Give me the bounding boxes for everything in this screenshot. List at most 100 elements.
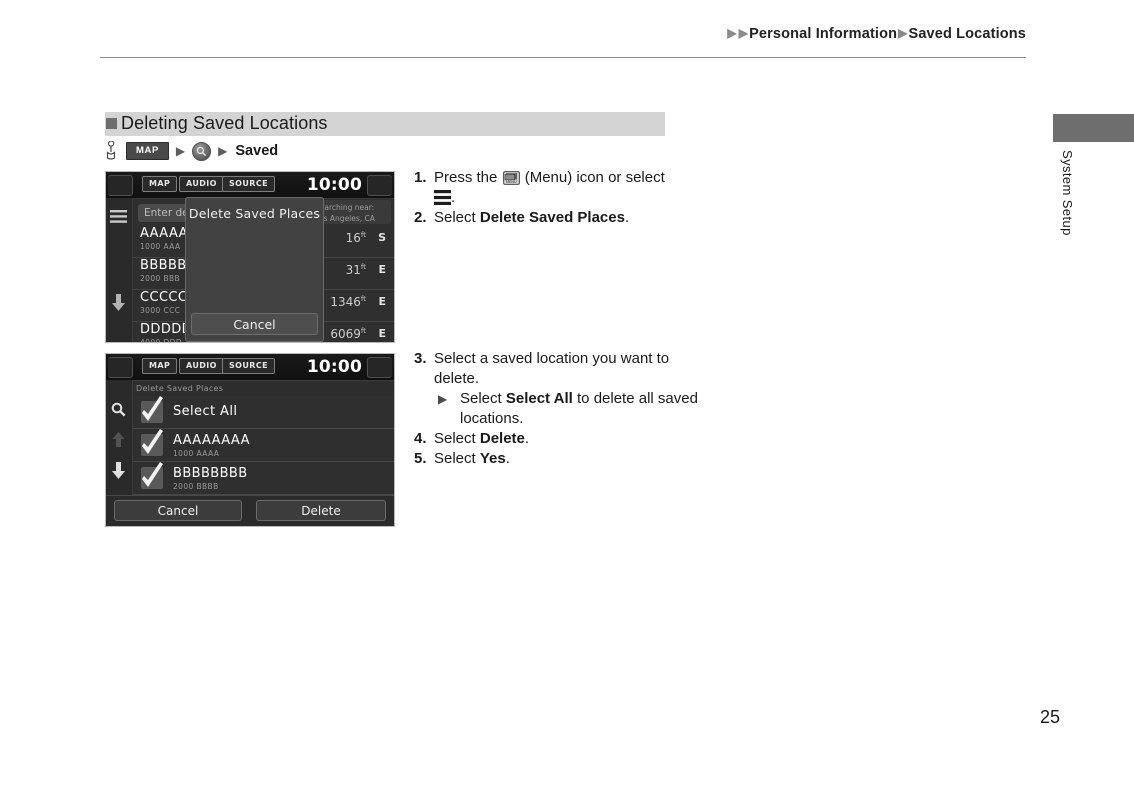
step-text-after: . — [524, 430, 530, 447]
substep-emphasis: Select All — [505, 390, 573, 407]
nav-clock: 10:00 — [306, 175, 362, 195]
item-label: BBBBBBBB — [173, 466, 248, 481]
chevron-right-icon: ▶ — [898, 26, 908, 40]
delete-button[interactable]: Delete — [256, 500, 386, 521]
searching-near-line1: Searching near: — [315, 203, 375, 212]
checkbox-checked-icon[interactable] — [141, 396, 163, 423]
svg-text:MENU: MENU — [505, 180, 516, 184]
step-1: 1. Press the MENU (Menu) icon or select . — [414, 168, 704, 208]
topbar-right-corner — [367, 357, 392, 378]
nav-screenshot-delete-saved-places-list: MAP AUDIO SOURCE 10:00 Delete Saved Plac… — [105, 353, 395, 527]
step-text-before: Select — [434, 209, 480, 226]
searching-near-line2: Los Angeles, CA — [315, 214, 375, 223]
step-text-after: . — [451, 189, 456, 206]
step-text-mid: (Menu) icon or select — [520, 169, 665, 186]
step-3-substep: ▶ Select Select All to delete all saved l… — [414, 389, 704, 429]
checkbox-checked-icon[interactable] — [141, 429, 163, 456]
nav-audio-button[interactable]: AUDIO — [179, 358, 224, 374]
step-text-before: Select — [434, 450, 480, 467]
map-button[interactable]: MAP — [126, 142, 169, 160]
nav-clock: 10:00 — [306, 357, 362, 377]
delete-saved-places-dialog: Delete Saved Places Cancel — [185, 197, 324, 342]
result-direction: E — [378, 295, 386, 308]
result-distance: 6069ft — [330, 327, 366, 341]
step-number: 3. — [414, 350, 427, 367]
step-text-before: Select — [434, 430, 480, 447]
page-title: Deleting Saved Locations — [121, 113, 328, 133]
step-number: 4. — [414, 430, 427, 447]
dialog-title: Delete Saved Places — [188, 206, 321, 221]
nav-status-bar: MAP AUDIO SOURCE 10:00 — [106, 354, 394, 381]
result-direction: S — [378, 231, 386, 244]
scroll-down-icon[interactable] — [110, 294, 127, 316]
topbar-left-corner — [108, 357, 133, 378]
topbar-left-corner — [108, 175, 133, 196]
list-item[interactable]: Select All — [133, 396, 394, 429]
scroll-up-icon[interactable] — [111, 432, 126, 451]
navigation-path: MAP ▶ ▶ Saved — [103, 140, 278, 162]
delete-candidates-list: Select All AAAAAAAA 1000 AAAA BBBBBBBB 2… — [133, 396, 394, 495]
instructions-group-2: 3. Select a saved location you want to de… — [414, 349, 704, 469]
list-item[interactable]: AAAAAAAA 1000 AAAA — [133, 429, 394, 462]
item-address: 1000 AAAA — [173, 449, 220, 458]
item-address: 2000 BBBB — [173, 482, 219, 491]
hamburger-menu-icon[interactable] — [110, 208, 127, 227]
scroll-down-icon[interactable] — [110, 462, 127, 484]
chevron-right-icon: ▶ — [727, 26, 737, 40]
side-tab-marker — [1053, 114, 1134, 142]
topbar-right-corner — [367, 175, 392, 196]
step-text-before: Press the — [434, 169, 502, 186]
result-name: CCCCC — [140, 290, 188, 305]
step-3: 3. Select a saved location you want to de… — [414, 349, 704, 389]
nav-subheader: Delete Saved Places — [133, 381, 394, 396]
step-2: 2. Select Delete Saved Places. — [414, 208, 704, 228]
nav-map-button[interactable]: MAP — [142, 176, 178, 192]
nav-map-button[interactable]: MAP — [142, 358, 178, 374]
nav-status-bar: MAP AUDIO SOURCE 10:00 — [106, 172, 394, 199]
hamburger-menu-icon — [434, 190, 451, 205]
cancel-button[interactable]: Cancel — [191, 313, 318, 335]
chevron-right-icon: ▶ — [438, 392, 448, 406]
step-text: Select a saved location you want to dele… — [434, 350, 670, 387]
step-text-after: . — [505, 450, 510, 467]
result-address: 3000 CCC — [140, 306, 181, 315]
nav-source-button[interactable]: SOURCE — [222, 358, 275, 374]
section-bullet-icon — [106, 118, 117, 129]
nav-source-button[interactable]: SOURCE — [222, 176, 275, 192]
substep-text-before: Select — [460, 390, 506, 407]
item-label: Select All — [173, 404, 238, 419]
result-distance: 16ft — [345, 231, 366, 245]
step-number: 1. — [414, 169, 427, 186]
chevron-right-icon: ▶ — [738, 26, 749, 40]
step-emphasis: Delete — [479, 430, 525, 447]
nav-footer-bar: Cancel Delete — [106, 495, 394, 526]
search-icon[interactable] — [192, 141, 212, 161]
header-crumb-saved-locations: Saved Locations — [908, 26, 1026, 42]
result-address: 1000 AAA — [140, 242, 181, 251]
list-item[interactable]: BBBBBBBB 2000 BBBB — [133, 462, 394, 495]
checkbox-checked-icon[interactable] — [141, 462, 163, 489]
nav-screenshot-delete-saved-places-dialog: MAP AUDIO SOURCE 10:00 Enter destination… — [105, 171, 395, 343]
result-distance: 1346ft — [330, 295, 366, 309]
step-5: 5. Select Yes. — [414, 449, 704, 469]
step-text-after: . — [624, 209, 630, 226]
step-4: 4. Select Delete. — [414, 429, 704, 449]
nav-left-rail — [106, 198, 133, 342]
menu-hard-key-icon: MENU — [502, 171, 520, 185]
hand-press-icon — [103, 141, 119, 161]
cancel-button[interactable]: Cancel — [114, 500, 242, 521]
result-direction: E — [378, 263, 386, 276]
result-direction: E — [378, 327, 386, 340]
side-tab-label: System Setup — [1060, 150, 1075, 236]
result-distance: 31ft — [345, 263, 366, 277]
nav-audio-button[interactable]: AUDIO — [179, 176, 224, 192]
page-number: 25 — [1040, 707, 1061, 727]
header-crumb-personal-information: Personal Information — [749, 26, 898, 42]
result-address: 4000 DDD — [140, 338, 182, 343]
chevron-right-icon: ▶ — [175, 144, 186, 158]
chevron-right-icon: ▶ — [218, 144, 228, 158]
result-address: 2000 BBB — [140, 274, 181, 283]
search-icon[interactable] — [111, 402, 126, 421]
step-number: 2. — [414, 209, 427, 226]
step-emphasis: Delete Saved Places — [479, 209, 625, 226]
